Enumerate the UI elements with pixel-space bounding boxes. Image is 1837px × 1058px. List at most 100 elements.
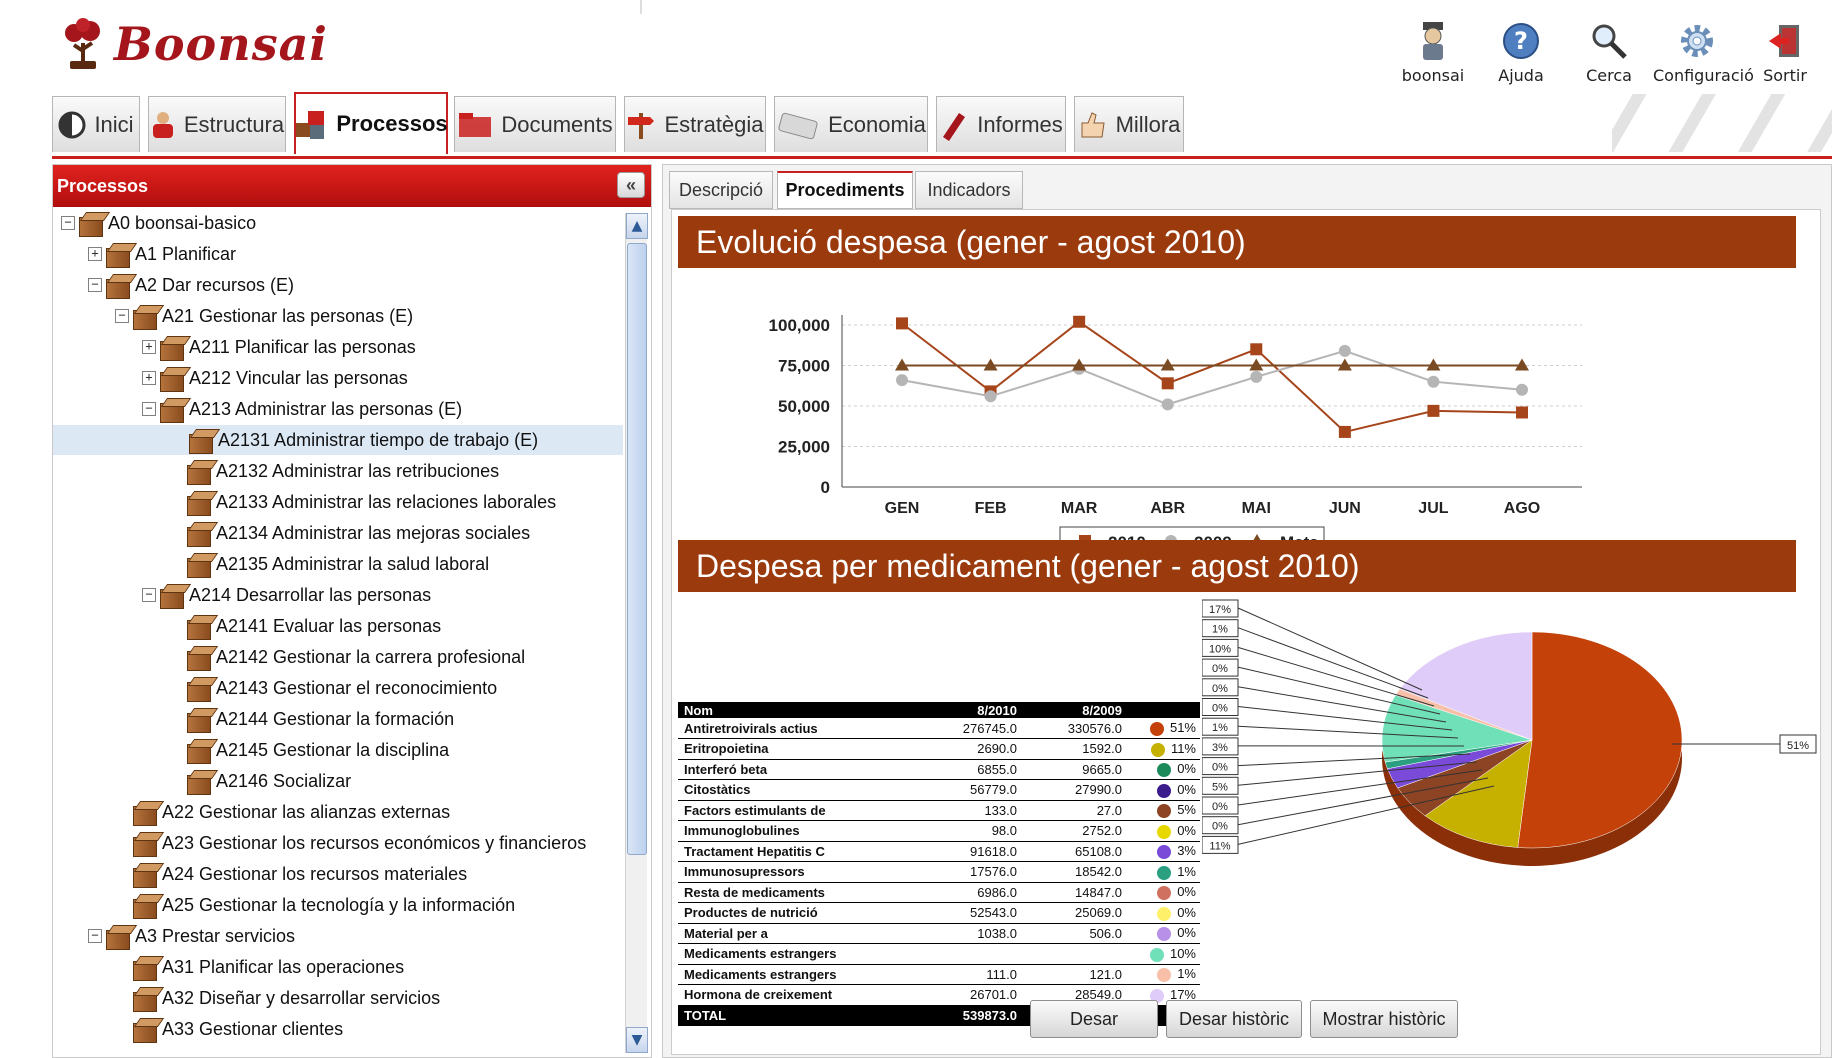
percent-cell: 1% bbox=[1128, 964, 1200, 985]
app-logo: Boonsai bbox=[60, 14, 328, 74]
save-history-button[interactable]: Desar històric bbox=[1166, 1000, 1302, 1038]
tree-node[interactable]: A2131 Administrar tiempo de trabajo (E) bbox=[53, 425, 623, 455]
collapse-icon[interactable]: − bbox=[88, 929, 102, 943]
collapse-icon[interactable]: − bbox=[142, 588, 156, 602]
value-2009: 2752.0 bbox=[1023, 820, 1128, 842]
help-toolbar-button[interactable]: ? Ajuda bbox=[1477, 18, 1565, 85]
gear-icon bbox=[1653, 18, 1741, 64]
collapse-panel-button[interactable]: « bbox=[617, 172, 645, 198]
subtab-indicadors[interactable]: Indicadors bbox=[915, 171, 1023, 209]
percent-value: 0% bbox=[1177, 904, 1196, 920]
gear-toolbar-button[interactable]: Configuració bbox=[1653, 18, 1754, 85]
tree-node[interactable]: A2133 Administrar las relaciones laboral… bbox=[187, 487, 556, 517]
tree-node[interactable]: A2145 Gestionar la disciplina bbox=[187, 735, 449, 765]
tree-node[interactable]: A2146 Socializar bbox=[187, 766, 351, 796]
tree-scrollbar[interactable]: ▲ ▼ bbox=[625, 213, 648, 1053]
tab-informes[interactable]: Informes bbox=[936, 96, 1066, 152]
tree-node[interactable]: − A213 Administrar las personas (E) bbox=[142, 394, 462, 424]
tree-node[interactable]: − A2 Dar recursos (E) bbox=[88, 270, 294, 300]
search-toolbar-button[interactable]: Cerca bbox=[1565, 18, 1653, 85]
tab-processos[interactable]: Processos bbox=[294, 92, 448, 154]
tree-node[interactable]: A2142 Gestionar la carrera profesional bbox=[187, 642, 525, 672]
tree-node[interactable]: A23 Gestionar los recursos económicos y … bbox=[133, 828, 586, 858]
tree-node[interactable]: + A212 Vincular las personas bbox=[142, 363, 408, 393]
subtab-procediments[interactable]: Procediments bbox=[777, 171, 913, 209]
collapse-icon[interactable]: − bbox=[88, 278, 102, 292]
process-box-icon bbox=[106, 242, 132, 268]
user-toolbar-button[interactable]: boonsai bbox=[1389, 18, 1477, 85]
exit-icon bbox=[1741, 18, 1829, 64]
tab-estructura[interactable]: Estructura bbox=[148, 96, 286, 152]
exit-toolbar-button[interactable]: Sortir bbox=[1741, 18, 1829, 85]
svg-text:?: ? bbox=[1514, 27, 1528, 55]
table-row: Citostàtics 56779.0 27990.0 0% bbox=[678, 779, 1200, 801]
value-2009: 506.0 bbox=[1023, 923, 1128, 944]
tab-documents[interactable]: Documents bbox=[454, 96, 616, 152]
percent-value: 10% bbox=[1169, 945, 1196, 961]
percent-cell: 0% bbox=[1128, 759, 1200, 780]
table-row: Medicaments estrangers 10% bbox=[678, 943, 1200, 965]
tree-node[interactable]: A2135 Administrar la salud laboral bbox=[187, 549, 489, 579]
callout-label: 5% bbox=[1212, 781, 1228, 793]
tab-label: Informes bbox=[977, 111, 1063, 137]
show-history-button[interactable]: Mostrar històric bbox=[1310, 1000, 1458, 1038]
x-tick-label: ABR bbox=[1150, 500, 1185, 517]
toolbar-label: Ajuda bbox=[1498, 66, 1544, 85]
process-box-icon bbox=[160, 335, 186, 361]
tree-node[interactable]: − A0 boonsai-basico bbox=[61, 208, 256, 238]
collapse-icon[interactable]: − bbox=[61, 216, 75, 230]
tab-label: Estructura bbox=[183, 111, 285, 137]
value-2010: 91618.0 bbox=[918, 841, 1023, 862]
table-row: Material per a 1038.0 506.0 0% bbox=[678, 923, 1200, 944]
collapse-icon[interactable]: − bbox=[142, 402, 156, 416]
tree-node[interactable]: + A211 Planificar las personas bbox=[142, 332, 416, 362]
point-2010 bbox=[1516, 406, 1528, 419]
tab-economia[interactable]: Economia bbox=[774, 96, 928, 152]
tab-millora[interactable]: Millora bbox=[1074, 96, 1184, 152]
medicament-name: Medicaments estrangers bbox=[678, 964, 918, 985]
scroll-down-icon[interactable]: ▼ bbox=[626, 1027, 648, 1053]
tree-node[interactable]: A22 Gestionar las alianzas externas bbox=[133, 797, 450, 827]
tree-node[interactable]: A24 Gestionar los recursos materiales bbox=[133, 859, 467, 889]
tree-node[interactable]: A2141 Evaluar las personas bbox=[187, 611, 441, 641]
tab-label: Processos bbox=[336, 111, 448, 136]
tree-node[interactable]: A25 Gestionar la tecnología y la informa… bbox=[133, 890, 515, 920]
tree-node[interactable]: A33 Gestionar clientes bbox=[133, 1014, 343, 1044]
expand-icon[interactable]: + bbox=[142, 340, 156, 354]
tree-node[interactable]: − A3 Prestar servicios bbox=[88, 921, 295, 951]
collapse-icon[interactable]: − bbox=[115, 309, 129, 323]
percent-value: 0% bbox=[1177, 925, 1196, 941]
tree-node-label: A213 Administrar las personas (E) bbox=[189, 398, 463, 419]
scroll-thumb[interactable] bbox=[627, 243, 647, 855]
percent-value: 0% bbox=[1177, 761, 1196, 777]
tree-node[interactable]: A2134 Administrar las mejoras sociales bbox=[187, 518, 530, 548]
tree-node[interactable]: A2144 Gestionar la formación bbox=[187, 704, 454, 734]
percent-cell: 1% bbox=[1128, 861, 1200, 883]
expand-icon[interactable]: + bbox=[142, 371, 156, 385]
process-box-icon bbox=[133, 862, 159, 888]
medicament-name: Eritropoietina bbox=[678, 738, 918, 760]
color-swatch bbox=[1149, 721, 1164, 736]
subtab-descripció[interactable]: Descripció bbox=[669, 171, 773, 209]
tree-node[interactable]: + A1 Planificar bbox=[88, 239, 236, 269]
table-row: Medicaments estrangers 111.0 121.0 1% bbox=[678, 964, 1200, 985]
tree-node[interactable]: − A21 Gestionar las personas (E) bbox=[115, 301, 413, 331]
tab-estratègia[interactable]: Estratègia bbox=[624, 96, 766, 152]
point-2010 bbox=[1250, 343, 1263, 356]
tree-node[interactable]: A2143 Gestionar el reconocimiento bbox=[187, 673, 497, 703]
tab-inici[interactable]: Inici bbox=[52, 96, 140, 152]
expand-icon[interactable]: + bbox=[88, 247, 102, 261]
tree-node[interactable]: A32 Diseñar y desarrollar servicios bbox=[133, 983, 440, 1013]
tree-node[interactable]: A31 Planificar las operaciones bbox=[133, 952, 404, 982]
callout-label: 0% bbox=[1212, 821, 1228, 833]
tree-node[interactable]: − A214 Desarrollar las personas bbox=[142, 580, 431, 610]
tree-node-label: A32 Diseñar y desarrollar servicios bbox=[162, 987, 441, 1008]
callout-label: 0% bbox=[1212, 683, 1228, 695]
scroll-up-icon[interactable]: ▲ bbox=[626, 213, 648, 239]
user-icon bbox=[1389, 18, 1477, 64]
logo-wordmark: Boonsai bbox=[114, 17, 328, 71]
save-button[interactable]: Desar bbox=[1030, 1000, 1158, 1038]
process-box-icon bbox=[189, 428, 215, 454]
tree-node-label: A212 Vincular las personas bbox=[189, 367, 408, 388]
tree-node[interactable]: A2132 Administrar las retribuciones bbox=[187, 456, 499, 486]
